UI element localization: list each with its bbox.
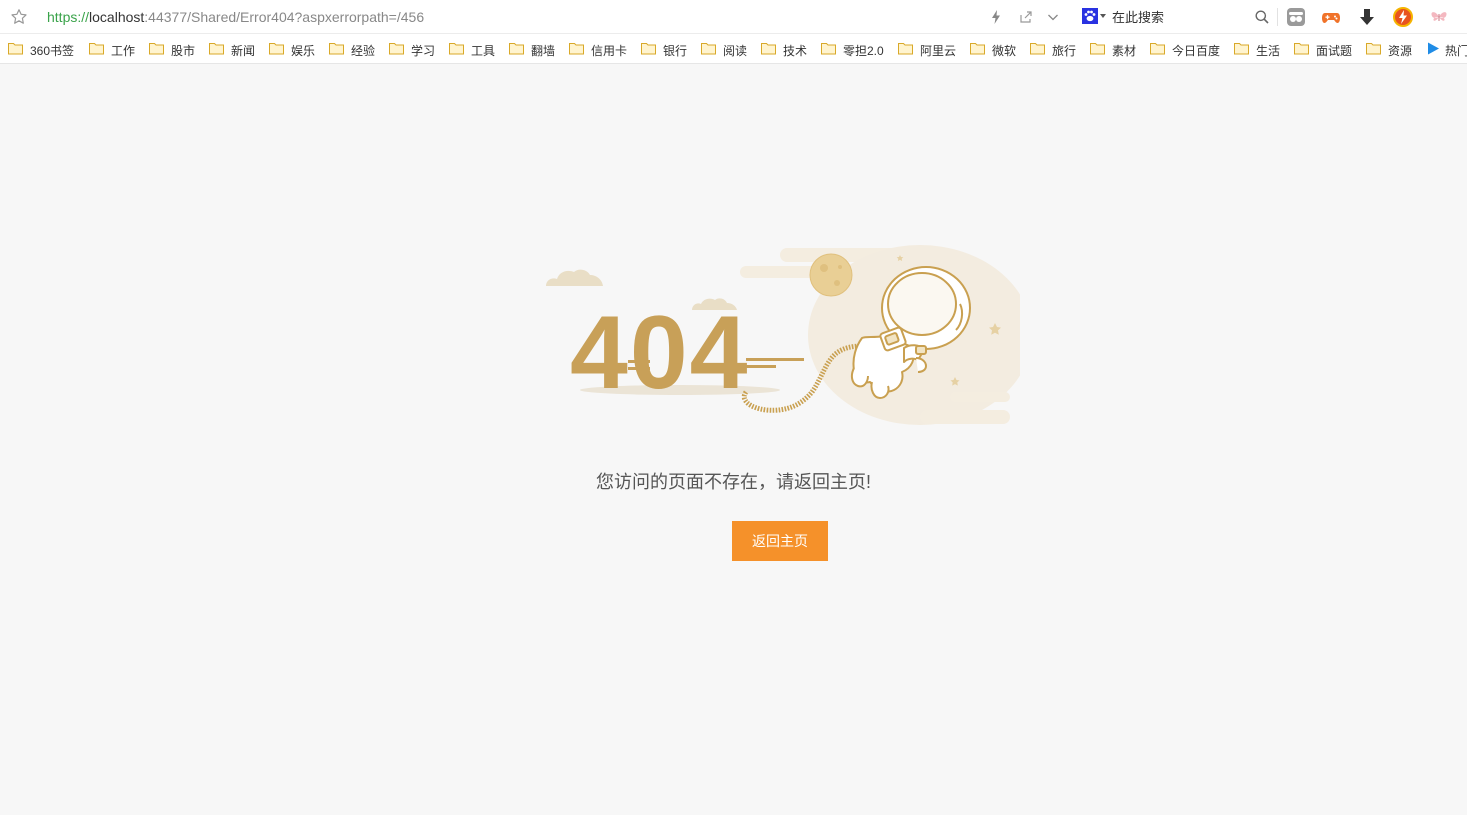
search-input[interactable] [1112,6,1246,28]
folder-icon [1366,43,1381,55]
bookmark-label: 微软 [992,44,1017,58]
folder-icon [1150,43,1165,55]
folder-icon [89,43,104,55]
url-host: localhost [89,9,145,25]
bookmark-label: 资源 [1388,44,1413,58]
bookmark-label: 技术 [783,44,808,58]
error-code-text: 404 [570,295,750,411]
bookmark-label: 经验 [351,44,376,58]
play-icon [1428,42,1439,55]
bookmark-label: 阿里云 [920,44,957,58]
bookmark-label: 生活 [1256,44,1281,58]
bookmark-star-icon[interactable] [10,8,28,26]
url-scheme: https:// [47,9,90,25]
address-bar: https://localhost:44377/Shared/Error404?… [0,0,1467,34]
bookmark-label: 面试题 [1316,44,1353,58]
astronaut-404-illustration: 404 [546,245,1020,425]
bookmark-label: 阅读 [723,44,748,58]
bookmark-label: 股市 [171,44,196,58]
bookmark-label: 今日百度 [1172,44,1221,58]
folder-icon [269,43,284,55]
flash-plugin-icon[interactable] [1393,7,1413,27]
folder-icon [1294,43,1309,55]
bookmark-label: 工具 [471,44,496,58]
engine-dropdown-icon[interactable] [1100,14,1106,18]
error-message: 您访问的页面不存在，请返回主页! [596,472,871,492]
return-home-button[interactable]: 返回主页 [732,521,828,561]
search-icon[interactable] [1254,9,1270,25]
bookmark-label: 热门 [1445,44,1467,58]
ghost-extension-icon[interactable] [1286,7,1306,27]
folder-icon [209,43,224,55]
folder-icon [329,43,344,55]
folder-icon [8,43,23,55]
bookmark-label: 信用卡 [591,44,628,58]
folder-icon [569,43,584,55]
bookmark-label: 学习 [411,44,436,58]
folder-icon [1090,43,1105,55]
butterfly-icon[interactable] [1429,7,1449,27]
bookmark-label: 娱乐 [291,44,316,58]
bookmarks-bar: 360书签 工作 股市 新闻 娱乐 经验 学习 工具 翻墙 信用卡 银行 阅读 … [0,34,1467,64]
folder-icon [1030,43,1045,55]
share-icon[interactable] [1018,9,1034,25]
folder-icon [970,43,985,55]
folder-icon [149,43,164,55]
folder-icon [449,43,464,55]
gamepad-icon[interactable] [1321,7,1341,27]
error-code: 404 [570,295,804,411]
download-icon[interactable] [1357,7,1377,27]
cloud-icon [546,269,603,286]
folder-icon [509,43,524,55]
bookmark-label: 银行 [663,44,688,58]
folder-icon [701,43,716,55]
bookmark-label: 零担2.0 [843,44,884,58]
folder-icon [761,43,776,55]
bookmark-label: 360书签 [30,44,75,58]
lightning-icon[interactable] [988,9,1004,25]
folder-icon [898,43,913,55]
chevron-down-icon[interactable] [1045,9,1061,25]
folder-icon [1234,43,1249,55]
baidu-paw-icon[interactable] [1082,8,1098,24]
url-path: :44377/Shared/Error404?aspxerrorpath=/45… [144,9,425,25]
bookmark-label: 旅行 [1052,44,1077,58]
bookmark-label: 翻墙 [531,44,556,58]
search-box [1080,6,1276,28]
bookmark-label: 新闻 [231,44,256,58]
folder-icon [641,43,656,55]
folder-icon [389,43,404,55]
folder-icon [821,43,836,55]
bookmark-label: 工作 [111,44,136,58]
url-field[interactable]: https://localhost:44377/Shared/Error404?… [47,9,424,25]
bookmark-label: 素材 [1112,44,1137,58]
toolbar-divider [1277,8,1278,26]
moon-icon [809,253,853,297]
